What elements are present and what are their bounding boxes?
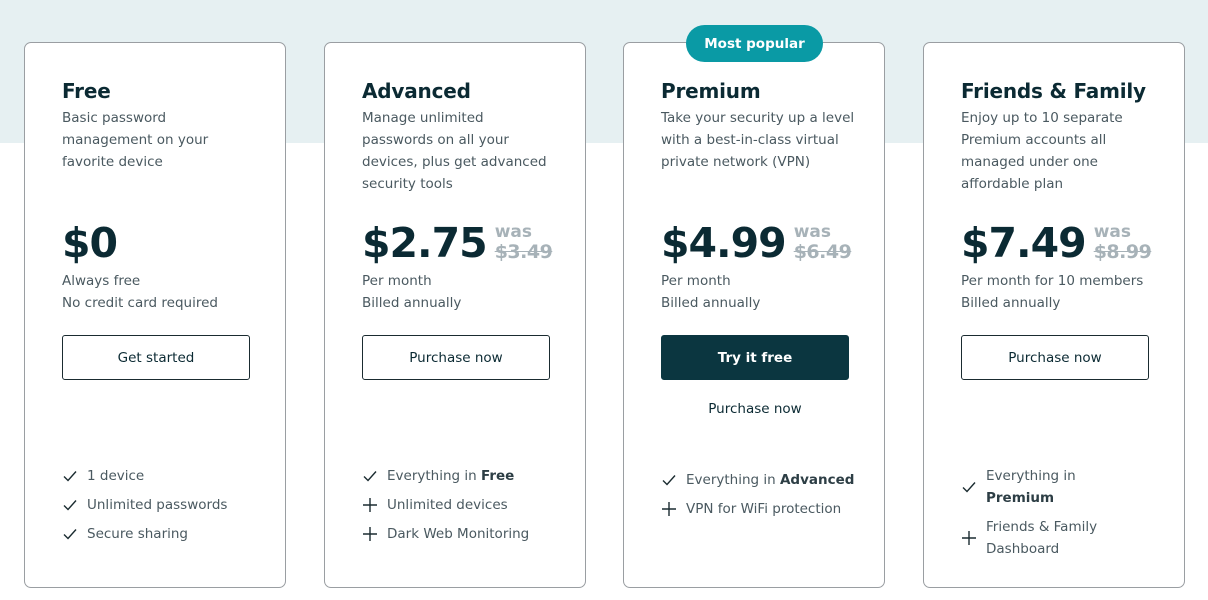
original-price: $6.49 bbox=[793, 241, 852, 263]
plan-description: Manage unlimited passwords on all your d… bbox=[362, 110, 547, 192]
purchase-now-button[interactable]: Purchase now bbox=[961, 335, 1149, 380]
plus-icon bbox=[962, 531, 976, 545]
feature-item: Everything in Free bbox=[362, 465, 577, 487]
check-icon bbox=[962, 482, 976, 493]
plan-name: Friends & Family bbox=[961, 79, 1146, 103]
feature-item: Secure sharing bbox=[62, 523, 277, 545]
feature-item: Dark Web Monitoring bbox=[362, 523, 577, 545]
plan-subtext: Per month bbox=[362, 273, 432, 289]
feature-list: Everything in Premium Friends & Family D… bbox=[961, 465, 1131, 567]
plan-price: $4.99 bbox=[661, 219, 787, 267]
plus-icon bbox=[363, 527, 377, 541]
purchase-now-button[interactable]: Purchase now bbox=[362, 335, 550, 380]
feature-item: Everything in Advanced bbox=[661, 469, 876, 491]
original-price: $3.49 bbox=[494, 241, 553, 263]
check-icon bbox=[63, 471, 77, 482]
feature-item: Unlimited passwords bbox=[62, 494, 277, 516]
plan-description: Take your security up a level with a bes… bbox=[661, 110, 855, 170]
feature-item: Friends & Family Dashboard bbox=[961, 516, 1131, 560]
plan-name: Advanced bbox=[362, 79, 471, 103]
feature-list: Everything in Free Unlimited devices Dar… bbox=[362, 465, 577, 552]
plan-subtext: Billed annually bbox=[661, 295, 761, 311]
plan-card-free: Free Basic password management on your f… bbox=[24, 42, 286, 588]
feature-list: Everything in Advanced VPN for WiFi prot… bbox=[661, 469, 876, 527]
plan-price: $2.75 bbox=[362, 219, 488, 267]
plan-subtext: Per month bbox=[661, 273, 731, 289]
was-label: was bbox=[494, 222, 532, 242]
original-price: $8.99 bbox=[1093, 241, 1152, 263]
feature-item: VPN for WiFi protection bbox=[661, 498, 876, 520]
feature-item: Everything in Premium bbox=[961, 465, 1131, 509]
was-label: was bbox=[793, 222, 831, 242]
feature-list: 1 device Unlimited passwords Secure shar… bbox=[62, 465, 277, 552]
plan-card-advanced: Advanced Manage unlimited passwords on a… bbox=[324, 42, 586, 588]
get-started-button[interactable]: Get started bbox=[62, 335, 250, 380]
most-popular-badge: Most popular bbox=[686, 25, 823, 62]
plan-price: $0 bbox=[62, 219, 118, 267]
try-it-free-button[interactable]: Try it free bbox=[661, 335, 849, 380]
feature-item: 1 device bbox=[62, 465, 277, 487]
plan-subtext: Billed annually bbox=[362, 295, 462, 311]
check-icon bbox=[63, 500, 77, 511]
check-icon bbox=[662, 475, 676, 486]
plus-icon bbox=[662, 502, 676, 516]
plus-icon bbox=[363, 498, 377, 512]
plan-card-premium: Premium Take your security up a level wi… bbox=[623, 42, 885, 588]
check-icon bbox=[363, 471, 377, 482]
feature-item: Unlimited devices bbox=[362, 494, 577, 516]
plan-price: $7.49 bbox=[961, 219, 1087, 267]
plan-description: Enjoy up to 10 separate Premium accounts… bbox=[961, 110, 1123, 192]
plan-subtext: Per month for 10 members bbox=[961, 273, 1144, 289]
plan-name: Free bbox=[62, 79, 111, 103]
plan-subtext: Always free bbox=[62, 273, 141, 289]
plan-name: Premium bbox=[661, 79, 761, 103]
purchase-now-link[interactable]: Purchase now bbox=[661, 401, 849, 417]
plan-subtext: Billed annually bbox=[961, 295, 1061, 311]
plan-description: Basic password management on your favori… bbox=[62, 110, 209, 170]
plan-card-friends-family: Friends & Family Enjoy up to 10 separate… bbox=[923, 42, 1185, 588]
plan-subtext: No credit card required bbox=[62, 295, 218, 311]
was-label: was bbox=[1093, 222, 1131, 242]
check-icon bbox=[63, 529, 77, 540]
